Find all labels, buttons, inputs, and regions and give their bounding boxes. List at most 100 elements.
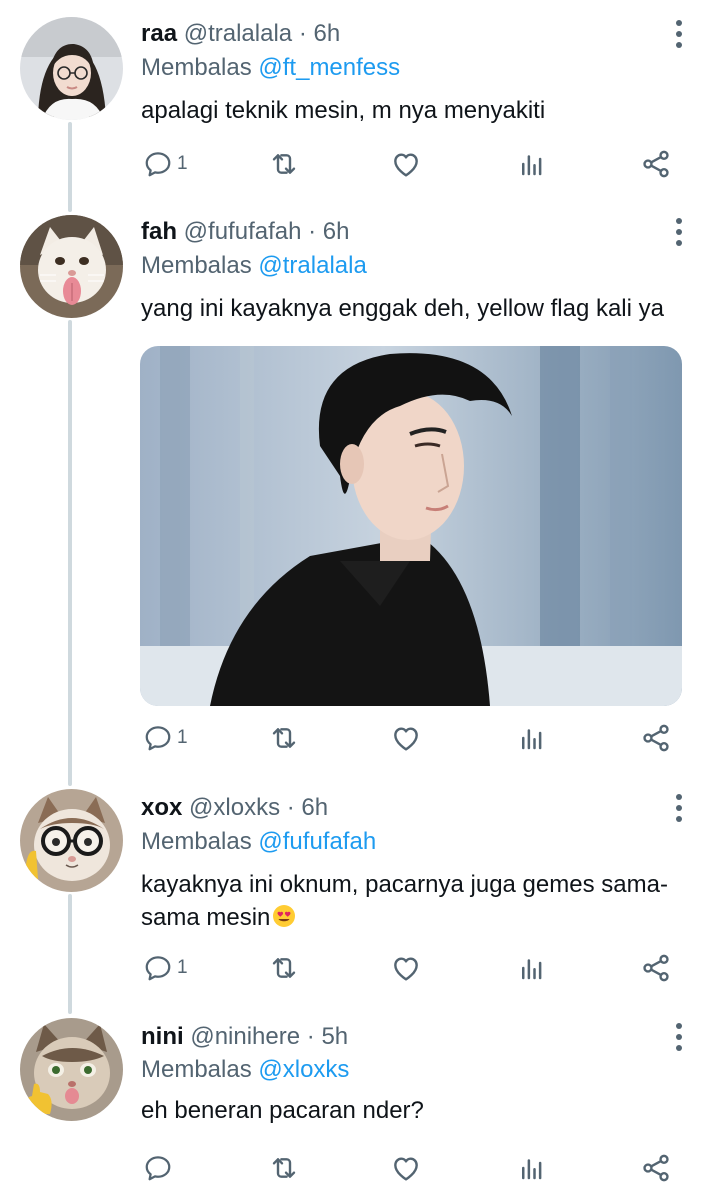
- tweet-text: kayaknya ini oknum, pacarnya juga gemes …: [141, 868, 686, 934]
- replying-label: Membalas: [141, 54, 252, 81]
- reply-icon: [143, 1153, 173, 1183]
- tweet-actions: 1: [0, 948, 711, 988]
- separator-dot: ·: [306, 1023, 315, 1050]
- analytics-icon: [517, 723, 547, 753]
- cat-with-glasses-photo: [20, 789, 123, 892]
- retweet-icon: [268, 1152, 300, 1184]
- cat-thumbs-up-photo: [20, 1018, 123, 1121]
- avatar[interactable]: [20, 215, 123, 318]
- tweet-actions: 1: [0, 718, 711, 758]
- username[interactable]: @ninihere: [190, 1023, 300, 1050]
- username[interactable]: @xloxks: [189, 794, 280, 821]
- retweet-icon: [268, 952, 300, 984]
- analytics-icon: [517, 149, 547, 179]
- separator-dot: ·: [308, 218, 317, 245]
- tweet-text-line: sama mesin: [141, 901, 686, 934]
- like-icon: [390, 148, 422, 180]
- share-button[interactable]: [640, 718, 672, 758]
- reply-count: 1: [177, 957, 188, 978]
- analytics-button[interactable]: [517, 718, 547, 758]
- replying-to: Membalas @ft_menfess: [141, 52, 400, 84]
- tweet-text-fragment: sama mesin: [141, 904, 271, 931]
- display-name[interactable]: xox: [141, 794, 182, 821]
- more-options-icon[interactable]: [668, 215, 690, 249]
- like-button[interactable]: [390, 948, 422, 988]
- analytics-button[interactable]: [517, 948, 547, 988]
- heart-eyes-emoji: [273, 905, 296, 927]
- tweet[interactable]: raa @tralalala · 6h Membalas @ft_menfess…: [0, 0, 711, 200]
- replying-to: Membalas @tralalala: [141, 250, 367, 282]
- analytics-button[interactable]: [517, 1148, 547, 1188]
- reply-thread: raa @tralalala · 6h Membalas @ft_menfess…: [0, 0, 711, 1200]
- tweet-media-photo[interactable]: [140, 346, 682, 706]
- share-icon: [640, 148, 672, 180]
- reply-icon: [143, 723, 173, 753]
- display-name[interactable]: raa: [141, 20, 177, 47]
- tweet-text-line: kayaknya ini oknum, pacarnya juga gemes …: [141, 871, 668, 898]
- reply-button[interactable]: [143, 1148, 177, 1188]
- reply-icon: [143, 953, 173, 983]
- retweet-button[interactable]: [268, 1148, 300, 1188]
- like-button[interactable]: [390, 718, 422, 758]
- avatar[interactable]: [20, 17, 123, 120]
- reply-button[interactable]: 1: [143, 718, 188, 758]
- analytics-icon: [517, 953, 547, 983]
- more-options-icon[interactable]: [668, 17, 690, 51]
- reply-button[interactable]: 1: [143, 948, 188, 988]
- retweet-icon: [268, 722, 300, 754]
- timestamp[interactable]: 6h: [323, 218, 350, 245]
- reply-icon: [143, 149, 173, 179]
- timestamp[interactable]: 6h: [313, 20, 340, 47]
- display-name[interactable]: fah: [141, 218, 177, 245]
- share-icon: [640, 1152, 672, 1184]
- share-button[interactable]: [640, 1148, 672, 1188]
- reply-count: 1: [177, 727, 188, 748]
- separator-dot: ·: [286, 794, 295, 821]
- share-button[interactable]: [640, 144, 672, 184]
- photo-of-man-in-black-shirt: [140, 346, 682, 706]
- timestamp[interactable]: 5h: [321, 1023, 348, 1050]
- like-icon: [390, 722, 422, 754]
- replying-mention[interactable]: @tralalala: [258, 252, 366, 279]
- replying-to: Membalas @fufufafah: [141, 826, 376, 858]
- like-button[interactable]: [390, 1148, 422, 1188]
- tweet[interactable]: nini @ninihere · 5h Membalas @xloxks eh …: [0, 1006, 711, 1200]
- tweet[interactable]: fah @fufufafah · 6h Membalas @tralalala …: [0, 200, 711, 780]
- retweet-button[interactable]: [268, 948, 300, 988]
- more-options-icon[interactable]: [668, 1020, 690, 1054]
- replying-mention[interactable]: @fufufafah: [258, 828, 376, 855]
- tweet[interactable]: xox @xloxks · 6h Membalas @fufufafah kay…: [0, 776, 711, 1006]
- tweet-text: eh beneran pacaran nder?: [141, 1097, 424, 1124]
- profile-photo: [20, 17, 123, 120]
- username[interactable]: @fufufafah: [184, 218, 302, 245]
- replying-mention[interactable]: @ft_menfess: [258, 54, 400, 81]
- analytics-icon: [517, 1153, 547, 1183]
- reply-button[interactable]: 1: [143, 144, 188, 184]
- like-icon: [390, 1152, 422, 1184]
- share-button[interactable]: [640, 948, 672, 988]
- display-name[interactable]: nini: [141, 1023, 184, 1050]
- tweet-actions: [0, 1148, 711, 1188]
- more-options-icon[interactable]: [668, 791, 690, 825]
- like-button[interactable]: [390, 144, 422, 184]
- replying-to: Membalas @xloxks: [141, 1054, 349, 1086]
- tweet-header: raa @tralalala · 6h: [141, 16, 340, 52]
- tweet-header: nini @ninihere · 5h: [141, 1019, 348, 1055]
- avatar[interactable]: [20, 789, 123, 892]
- retweet-button[interactable]: [268, 144, 300, 184]
- reply-count: 1: [177, 153, 188, 174]
- like-icon: [390, 952, 422, 984]
- separator-dot: ·: [298, 20, 307, 47]
- avatar[interactable]: [20, 1018, 123, 1121]
- replying-label: Membalas: [141, 1056, 252, 1083]
- timestamp[interactable]: 6h: [301, 794, 328, 821]
- share-icon: [640, 722, 672, 754]
- username[interactable]: @tralalala: [184, 20, 292, 47]
- share-icon: [640, 952, 672, 984]
- retweet-icon: [268, 148, 300, 180]
- tweet-text: yang ini kayaknya enggak deh, yellow fla…: [141, 295, 664, 322]
- replying-mention[interactable]: @xloxks: [258, 1056, 349, 1083]
- replying-label: Membalas: [141, 828, 252, 855]
- analytics-button[interactable]: [517, 144, 547, 184]
- retweet-button[interactable]: [268, 718, 300, 758]
